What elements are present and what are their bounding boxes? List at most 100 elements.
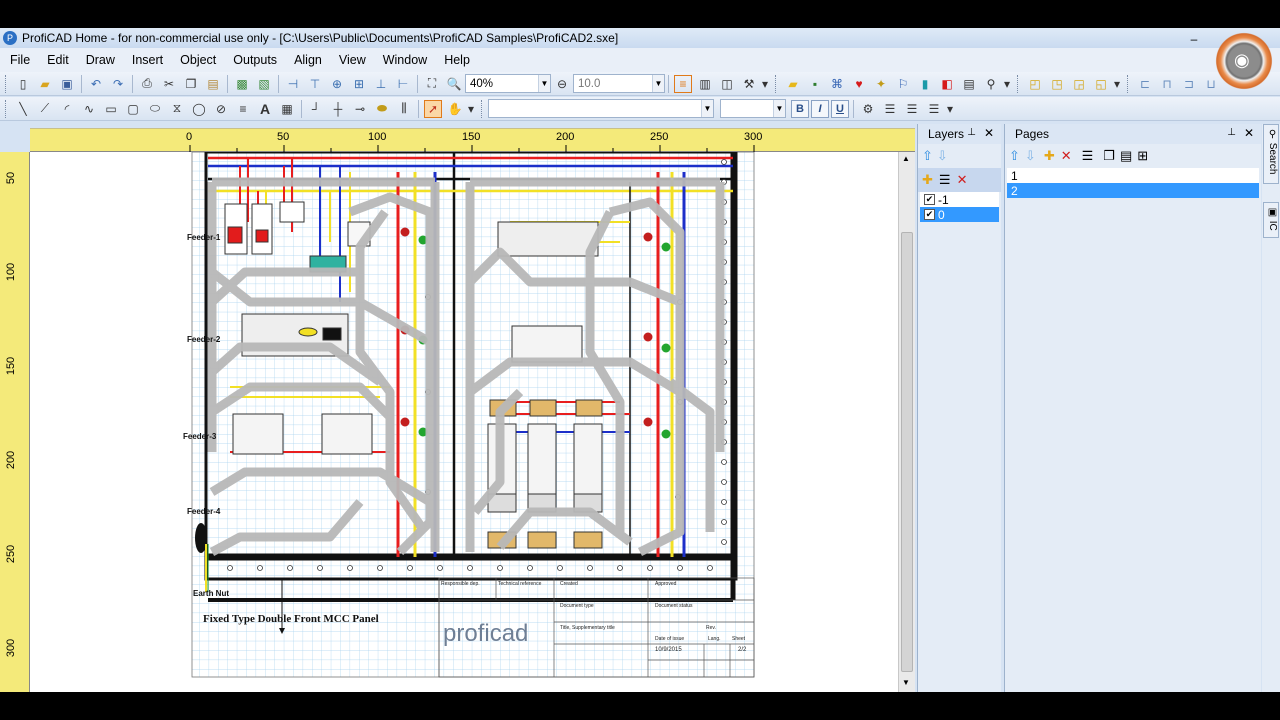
line-icon[interactable]: ╲ bbox=[14, 100, 32, 118]
network-icon[interactable]: ⌘ bbox=[828, 75, 846, 93]
close-icon[interactable]: ✕ bbox=[984, 126, 994, 140]
move-up-icon[interactable]: ⇧ bbox=[922, 148, 933, 164]
print-icon[interactable]: ⎙ bbox=[138, 75, 156, 93]
open-folder-icon[interactable]: ▰ bbox=[36, 75, 54, 93]
component-icon[interactable]: ▪ bbox=[806, 75, 824, 93]
lines-icon[interactable]: ≡ bbox=[234, 100, 252, 118]
distribute-left-icon[interactable]: ⊏ bbox=[1136, 75, 1154, 93]
align-text-left-icon[interactable]: ☰ bbox=[881, 100, 899, 118]
save-icon[interactable]: ▣ bbox=[58, 75, 76, 93]
chevron-down-icon[interactable]: ▼ bbox=[773, 100, 785, 117]
wizard-icon[interactable]: ✦ bbox=[872, 75, 890, 93]
properties-icon[interactable]: ☰ bbox=[1082, 148, 1094, 164]
copy-icon[interactable]: ❐ bbox=[182, 75, 200, 93]
rows-icon[interactable]: ◫ bbox=[718, 75, 736, 93]
text-icon[interactable]: A bbox=[256, 100, 274, 118]
list-item[interactable]: ✔ 0 bbox=[920, 207, 999, 222]
align-middle-icon[interactable]: ⊞ bbox=[350, 75, 368, 93]
drawing-canvas[interactable]: Feeder-1 Feeder-2 Feeder-3 Feeder-4 Eart… bbox=[30, 152, 898, 692]
distribute-center-icon[interactable]: ⊓ bbox=[1158, 75, 1176, 93]
list-item[interactable]: ✔ -1 bbox=[920, 192, 999, 207]
minimize-button[interactable]: ‒ bbox=[1184, 32, 1204, 46]
layer-checkbox[interactable]: ✔ bbox=[924, 194, 935, 205]
hourglass-icon[interactable]: ⧖ bbox=[168, 100, 186, 118]
overflow-icon[interactable]: ▾ bbox=[468, 100, 474, 118]
font-family-select[interactable]: ▼ bbox=[488, 99, 714, 118]
layers-icon[interactable]: ◧ bbox=[938, 75, 956, 93]
align-text-center-icon[interactable]: ☰ bbox=[903, 100, 921, 118]
align-text-right-icon[interactable]: ☰ bbox=[925, 100, 943, 118]
underline-button[interactable]: U bbox=[831, 99, 849, 118]
snap-icon[interactable]: ≡ bbox=[674, 74, 692, 93]
pin-icon[interactable]: ⊥ bbox=[1227, 127, 1236, 138]
picture-icon[interactable]: ▧ bbox=[255, 75, 273, 93]
add-icon[interactable]: ✚ bbox=[922, 172, 933, 188]
vertical-scrollbar[interactable]: ▲ ▼ bbox=[898, 152, 915, 692]
hatch-icon[interactable]: ⊘ bbox=[212, 100, 230, 118]
scroll-down-icon[interactable]: ▼ bbox=[902, 678, 910, 687]
wire-icon[interactable]: ┘ bbox=[307, 100, 325, 118]
bus-icon[interactable]: ⫼ bbox=[395, 100, 413, 118]
menu-view[interactable]: View bbox=[339, 53, 366, 67]
ellipse-icon[interactable]: ⬭ bbox=[146, 100, 164, 118]
menu-object[interactable]: Object bbox=[180, 53, 216, 67]
zoom-icon[interactable]: 🔍 bbox=[445, 75, 463, 93]
delete-icon[interactable]: ✕ bbox=[957, 172, 968, 188]
new-file-icon[interactable]: ▯ bbox=[14, 75, 32, 93]
search-tab[interactable]: ⚲ Search bbox=[1263, 124, 1279, 184]
paste-icon[interactable]: ▤ bbox=[204, 75, 222, 93]
hand-pan-icon[interactable]: ✋ bbox=[446, 100, 464, 118]
menu-help[interactable]: Help bbox=[444, 53, 470, 67]
text-style-icon[interactable]: ⚙ bbox=[859, 100, 877, 118]
overflow-icon[interactable]: ▾ bbox=[1114, 75, 1120, 93]
menu-align[interactable]: Align bbox=[294, 53, 322, 67]
delete-icon[interactable]: ✕ bbox=[1061, 148, 1072, 164]
terminal-icon[interactable]: ⊸ bbox=[351, 100, 369, 118]
zoom-select[interactable]: 40% ▼ bbox=[465, 74, 551, 93]
ungroup-icon[interactable]: ◳ bbox=[1048, 75, 1066, 93]
bold-button[interactable]: B bbox=[791, 99, 809, 118]
move-down-icon[interactable]: ⇩ bbox=[937, 148, 948, 164]
heart-icon[interactable]: ♥ bbox=[850, 75, 868, 93]
scroll-thumb[interactable] bbox=[901, 232, 913, 672]
redo-icon[interactable]: ↷ bbox=[109, 75, 127, 93]
image-icon[interactable]: ▩ bbox=[233, 75, 251, 93]
layer-checkbox[interactable]: ✔ bbox=[924, 209, 935, 220]
send-back-icon[interactable]: ◱ bbox=[1092, 75, 1110, 93]
table-icon[interactable]: ▦ bbox=[278, 100, 296, 118]
align-bottom-icon[interactable]: ⊥ bbox=[372, 75, 390, 93]
properties-icon[interactable]: ☰ bbox=[939, 172, 951, 188]
ellipse-outline-icon[interactable]: ◯ bbox=[190, 100, 208, 118]
list-item[interactable]: 1 bbox=[1007, 168, 1259, 183]
cut-icon[interactable]: ✂ bbox=[160, 75, 178, 93]
ic-tab[interactable]: ▣ IC bbox=[1263, 202, 1279, 238]
undo-icon[interactable]: ↶ bbox=[87, 75, 105, 93]
bring-front-icon[interactable]: ◲ bbox=[1070, 75, 1088, 93]
overflow-icon[interactable]: ▾ bbox=[762, 75, 768, 93]
align-left-icon[interactable]: ⊣ bbox=[284, 75, 302, 93]
menu-window[interactable]: Window bbox=[383, 53, 427, 67]
recorder-overlay-button[interactable]: ◉ bbox=[1208, 28, 1280, 94]
close-icon[interactable]: ✕ bbox=[1244, 126, 1254, 140]
polyline-icon[interactable]: ⟋ bbox=[36, 100, 54, 118]
rectangle-icon[interactable]: ▭ bbox=[102, 100, 120, 118]
device-icon[interactable]: ▮ bbox=[916, 75, 934, 93]
rounded-rect-icon[interactable]: ▢ bbox=[124, 100, 142, 118]
app-icon[interactable]: P bbox=[3, 31, 17, 45]
italic-button[interactable]: I bbox=[811, 99, 829, 118]
grid-zoom-icon[interactable]: ⊖ bbox=[553, 75, 571, 93]
list-icon[interactable]: ▤ bbox=[960, 75, 978, 93]
move-down-icon[interactable]: ⇩ bbox=[1025, 148, 1036, 164]
menu-edit[interactable]: Edit bbox=[47, 53, 69, 67]
align-right-icon[interactable]: ⊢ bbox=[394, 75, 412, 93]
distribute-right-icon[interactable]: ⊐ bbox=[1180, 75, 1198, 93]
tools-icon[interactable]: ⚒ bbox=[740, 75, 758, 93]
overflow-icon[interactable]: ▾ bbox=[947, 100, 953, 118]
add-icon[interactable]: ✚ bbox=[1044, 148, 1055, 164]
menu-outputs[interactable]: Outputs bbox=[233, 53, 277, 67]
font-size-select[interactable]: ▼ bbox=[720, 99, 786, 118]
align-top-icon[interactable]: ⊤ bbox=[306, 75, 324, 93]
arc-icon[interactable]: ◜ bbox=[58, 100, 76, 118]
tree-icon[interactable]: ⚐ bbox=[894, 75, 912, 93]
insert-page-icon[interactable]: ⊞ bbox=[1137, 148, 1148, 164]
